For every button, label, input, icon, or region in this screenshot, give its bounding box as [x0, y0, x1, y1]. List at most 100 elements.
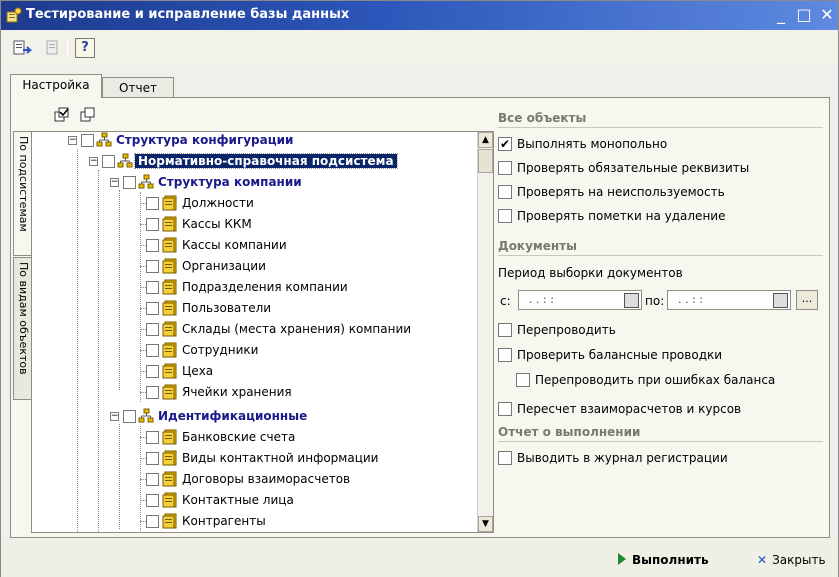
- vtab-by-subsystems[interactable]: По подсистемам: [13, 131, 32, 256]
- monopoly-label: Выполнять монопольно: [517, 137, 668, 151]
- section-all-objects: Все объекты: [498, 111, 823, 128]
- period-select-button[interactable]: ...: [796, 290, 818, 310]
- tree-checkbox[interactable]: [102, 155, 115, 168]
- collapse-icon[interactable]: −: [89, 157, 98, 166]
- tree-checkbox[interactable]: [146, 473, 159, 486]
- log-checkbox[interactable]: [498, 451, 512, 465]
- tree-checkbox[interactable]: [146, 344, 159, 357]
- collapse-icon[interactable]: −: [110, 412, 119, 421]
- catalog-icon: [162, 216, 177, 232]
- minimize-button[interactable]: _: [771, 4, 791, 26]
- tree-checkbox[interactable]: [123, 176, 136, 189]
- tree-checkbox[interactable]: [81, 134, 94, 147]
- catalog-icon: [162, 279, 177, 295]
- tree-item-label: Банковские счета: [182, 430, 296, 444]
- tree-checkbox[interactable]: [146, 452, 159, 465]
- tree-root-label: Структура конфигурации: [116, 133, 294, 147]
- save-settings-icon[interactable]: [42, 38, 62, 58]
- balance-checkbox[interactable]: [498, 348, 512, 362]
- tree-checkbox[interactable]: [146, 494, 159, 507]
- repost-on-error-checkbox[interactable]: [516, 373, 530, 387]
- recalc-label: Пересчет взаиморасчетов и курсов: [517, 402, 742, 416]
- tree-group-label: Структура компании: [158, 175, 302, 189]
- database-app-icon: [6, 7, 22, 23]
- toolbar-separator: [67, 38, 68, 58]
- tree-checkbox[interactable]: [146, 431, 159, 444]
- period-from-field[interactable]: . . : :: [518, 290, 642, 310]
- tree-item-label: Должности: [182, 196, 254, 210]
- title-bar[interactable]: Тестирование и исправление базы данных _…: [1, 1, 838, 30]
- uncheck-all-icon[interactable]: [80, 107, 96, 123]
- calendar-icon[interactable]: [624, 293, 639, 308]
- tree-checkbox[interactable]: [146, 239, 159, 252]
- close-window-button[interactable]: ✕: [817, 4, 837, 26]
- unused-label: Проверять на неиспользуемость: [517, 185, 725, 199]
- tab-settings[interactable]: Настройка: [10, 74, 102, 98]
- tree-item-label: Ячейки хранения: [182, 385, 292, 399]
- tree-line: [77, 149, 78, 532]
- catalog-icon: [162, 237, 177, 253]
- main-window: Тестирование и исправление базы данных _…: [0, 0, 839, 577]
- calendar-icon[interactable]: [773, 293, 788, 308]
- collapse-icon[interactable]: −: [110, 178, 119, 187]
- tree-checkbox[interactable]: [146, 260, 159, 273]
- metadata-tree[interactable]: − Структура конфигурации − Нормативно-сп…: [31, 131, 494, 533]
- tree-checkbox[interactable]: [146, 365, 159, 378]
- unused-checkbox[interactable]: [498, 185, 512, 199]
- hierarchy-icon: [96, 132, 112, 147]
- repost-checkbox[interactable]: [498, 323, 512, 337]
- help-button[interactable]: ?: [75, 38, 95, 58]
- tree-checkbox[interactable]: [146, 197, 159, 210]
- tree-line: [119, 424, 120, 529]
- tree-checkbox[interactable]: [146, 323, 159, 336]
- run-label: Выполнить: [632, 553, 709, 567]
- period-to-field[interactable]: . . : :: [667, 290, 791, 310]
- deletion-checkbox[interactable]: [498, 209, 512, 223]
- period-from-label: с:: [500, 294, 511, 308]
- catalog-icon: [162, 384, 177, 400]
- run-button[interactable]: Выполнить: [618, 553, 709, 567]
- vtab-by-object-types-label: По видам объектов: [17, 262, 30, 375]
- tree-checkbox[interactable]: [146, 386, 159, 399]
- tree-item-label: Склады (места хранения) компании: [182, 322, 412, 336]
- catalog-icon: [162, 429, 177, 445]
- footer-bar: Выполнить ✕ Закрыть: [1, 541, 838, 577]
- check-all-icon[interactable]: [54, 107, 70, 123]
- play-icon: [618, 553, 626, 565]
- period-to-value: . . : :: [678, 293, 703, 306]
- tree-item-label: Цеха: [182, 364, 214, 378]
- scroll-thumb[interactable]: [478, 149, 493, 173]
- open-settings-icon[interactable]: [12, 38, 32, 58]
- tab-report[interactable]: Отчет: [102, 77, 174, 99]
- maximize-button[interactable]: □: [794, 4, 814, 26]
- balance-label: Проверить балансные проводки: [517, 348, 723, 362]
- section-documents: Документы: [498, 239, 823, 256]
- scroll-up-icon[interactable]: ▲: [478, 132, 493, 148]
- catalog-icon: [162, 363, 177, 379]
- close-button[interactable]: ✕ Закрыть: [757, 553, 826, 567]
- required-checkbox[interactable]: [498, 161, 512, 175]
- collapse-icon[interactable]: −: [68, 136, 77, 145]
- deletion-label: Проверять пометки на удаление: [517, 209, 726, 223]
- tree-scrollbar[interactable]: ▲ ▼: [477, 132, 493, 532]
- repost-label: Перепроводить: [517, 323, 616, 337]
- hierarchy-icon: [117, 153, 133, 168]
- catalog-icon: [162, 513, 177, 529]
- hierarchy-icon: [138, 408, 154, 423]
- tree-checkbox[interactable]: [146, 515, 159, 528]
- catalog-icon: [162, 471, 177, 487]
- tree-checkbox[interactable]: [123, 410, 136, 423]
- toolbar: ?: [1, 30, 838, 64]
- tree-checkbox[interactable]: [146, 281, 159, 294]
- tree-item-label: Контактные лица: [182, 493, 294, 507]
- vtab-by-object-types[interactable]: По видам объектов: [13, 257, 32, 400]
- scroll-down-icon[interactable]: ▼: [478, 516, 493, 532]
- tree-checkbox[interactable]: [146, 302, 159, 315]
- tree-checkbox[interactable]: [146, 218, 159, 231]
- recalc-checkbox[interactable]: [498, 402, 512, 416]
- log-label: Выводить в журнал регистрации: [517, 451, 728, 465]
- tree-item-label: Виды контактной информации: [182, 451, 379, 465]
- monopoly-checkbox[interactable]: ✔: [498, 137, 512, 151]
- period-label: Период выборки документов: [498, 266, 683, 280]
- period-to-label: по:: [645, 294, 665, 308]
